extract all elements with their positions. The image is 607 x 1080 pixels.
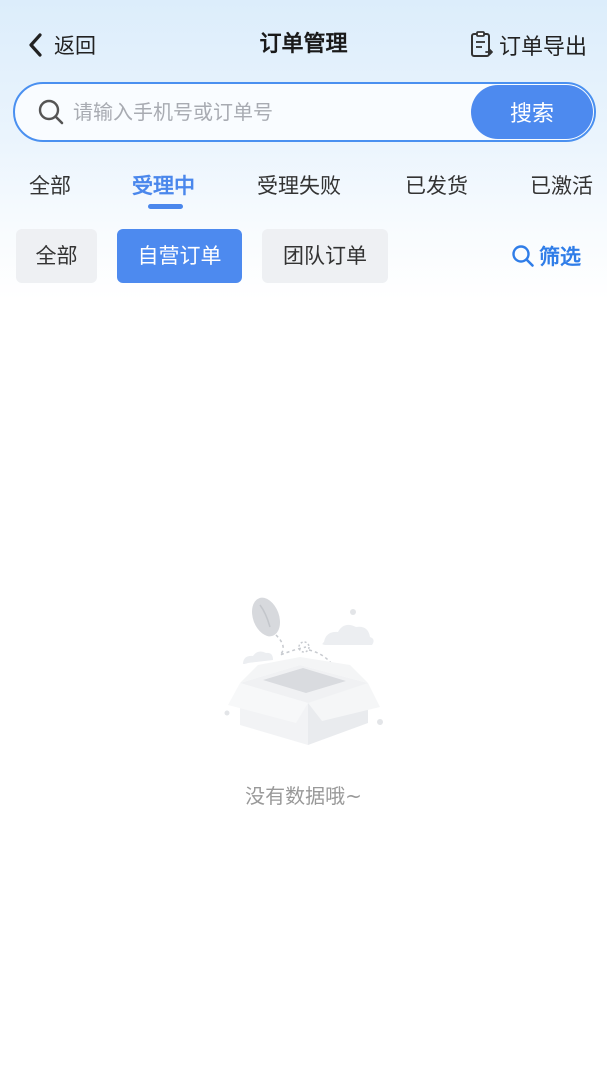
tab-processing[interactable]: 受理中	[132, 166, 195, 206]
filter-button[interactable]: 筛选	[511, 241, 581, 271]
chip-team-orders[interactable]: 团队订单	[262, 229, 388, 283]
tab-failed[interactable]: 受理失败	[257, 166, 341, 206]
tab-activated[interactable]: 已激活	[530, 166, 593, 206]
search-icon	[512, 245, 534, 267]
search-icon	[38, 99, 64, 125]
empty-state-text: 没有数据哦~	[245, 784, 362, 808]
filter-label: 筛选	[539, 245, 581, 269]
empty-box-icon	[224, 597, 383, 745]
search-bar: 搜索	[13, 82, 596, 142]
tab-all[interactable]: 全部	[29, 166, 71, 206]
export-document-icon	[470, 31, 493, 57]
export-button[interactable]: 订单导出	[469, 28, 587, 62]
search-input[interactable]	[73, 92, 463, 132]
order-type-filter: 全部 自营订单 团队订单 筛选	[0, 229, 607, 283]
active-tab-indicator	[148, 204, 183, 209]
back-label: 返回	[54, 34, 96, 58]
export-label: 订单导出	[498, 35, 587, 60]
tab-shipped[interactable]: 已发货	[405, 166, 468, 206]
chip-all[interactable]: 全部	[16, 229, 97, 283]
status-tabs: 全部 受理中 受理失败 已发货 已激活	[0, 166, 607, 216]
header-bar: 返回 订单管理 订单导出	[0, 0, 607, 88]
back-button[interactable]: 返回	[26, 28, 96, 62]
search-button[interactable]: 搜索	[471, 85, 593, 139]
chip-self-operated-orders[interactable]: 自营订单	[117, 229, 242, 283]
chevron-left-icon	[29, 33, 42, 57]
